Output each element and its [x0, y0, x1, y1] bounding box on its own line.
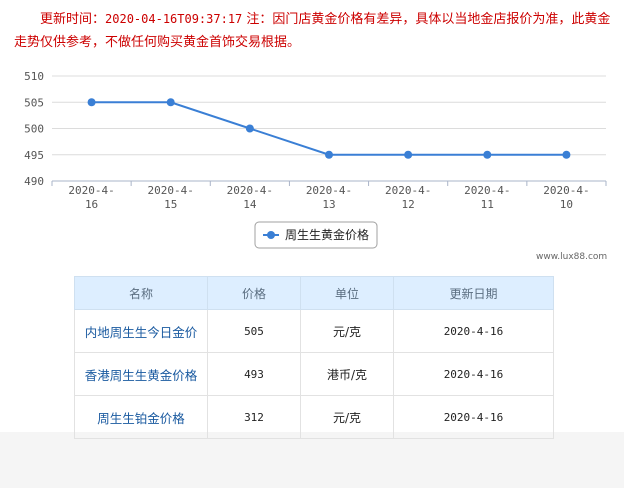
header-name: 名称 — [74, 276, 208, 310]
table-row: 香港周生生黄金价格 493 港币/克 2020-4-16 — [74, 352, 554, 396]
legend-marker — [267, 231, 275, 239]
header-date: 更新日期 — [393, 276, 554, 310]
data-point — [166, 98, 175, 107]
row-price: 505 — [207, 309, 301, 353]
x-tick-label: 2020-4-14 — [227, 184, 273, 211]
update-label: 更新时间： — [40, 12, 106, 27]
data-point — [87, 98, 96, 107]
data-point — [404, 150, 413, 159]
data-point — [325, 150, 333, 159]
header-price: 价格 — [207, 276, 301, 310]
row-date: 2020-4-16 — [393, 352, 554, 396]
y-tick-label: 500 — [24, 123, 44, 136]
x-tick-label: 2020-4-13 — [306, 184, 352, 211]
x-tick-label: 2020-4-16 — [68, 184, 114, 211]
row-unit: 港币/克 — [300, 352, 394, 396]
row-unit: 元/克 — [300, 395, 394, 439]
data-point — [483, 150, 492, 159]
y-tick-label: 490 — [24, 175, 44, 188]
x-tick-label: 2020-4-10 — [543, 184, 589, 211]
table-row: 内地周生生今日金价 505 元/克 2020-4-16 — [74, 309, 554, 353]
row-date: 2020-4-16 — [393, 309, 554, 353]
row-name-link[interactable]: 香港周生生黄金价格 — [74, 352, 208, 396]
row-name-link[interactable]: 周生生铂金价格 — [74, 395, 208, 439]
y-tick-label: 510 — [24, 70, 44, 83]
data-point — [245, 124, 254, 133]
row-price: 493 — [207, 352, 301, 396]
gold-price-chart: 490 495 500 505 510 2020-4-16 2020-4-15 2020-4-… — [24, 70, 607, 249]
legend-label: 周生生黄金价格 — [285, 227, 369, 242]
x-tick-label: 2020-4-12 — [385, 184, 431, 211]
x-tick-label: 2020-4-11 — [464, 184, 510, 211]
price-table: 名称 价格 单位 更新日期 内地周生生今日金价 505 元/克 2020-4-1… — [74, 276, 554, 439]
row-date: 2020-4-16 — [393, 395, 554, 439]
update-notice: 更新时间：2020-04-16T09:37:17 注：因门店黄金价格有差异，具体… — [14, 8, 614, 54]
y-tick-label: 505 — [24, 96, 44, 109]
update-time: 2020-04-16T09:37:17 — [105, 12, 243, 26]
watermark: www.lux88.com — [536, 252, 608, 262]
table-row: 周生生铂金价格 312 元/克 2020-4-16 — [74, 395, 554, 439]
row-name-link[interactable]: 内地周生生今日金价 — [74, 309, 208, 353]
x-tick-label: 2020-4-15 — [148, 184, 194, 211]
y-tick-label: 495 — [24, 149, 44, 162]
row-price: 312 — [207, 395, 301, 439]
header-unit: 单位 — [300, 276, 394, 310]
row-unit: 元/克 — [300, 309, 394, 353]
page: 更新时间：2020-04-16T09:37:17 注：因门店黄金价格有差异，具体… — [0, 0, 624, 439]
data-point — [562, 150, 571, 159]
table-header-row: 名称 价格 单位 更新日期 — [74, 276, 554, 310]
